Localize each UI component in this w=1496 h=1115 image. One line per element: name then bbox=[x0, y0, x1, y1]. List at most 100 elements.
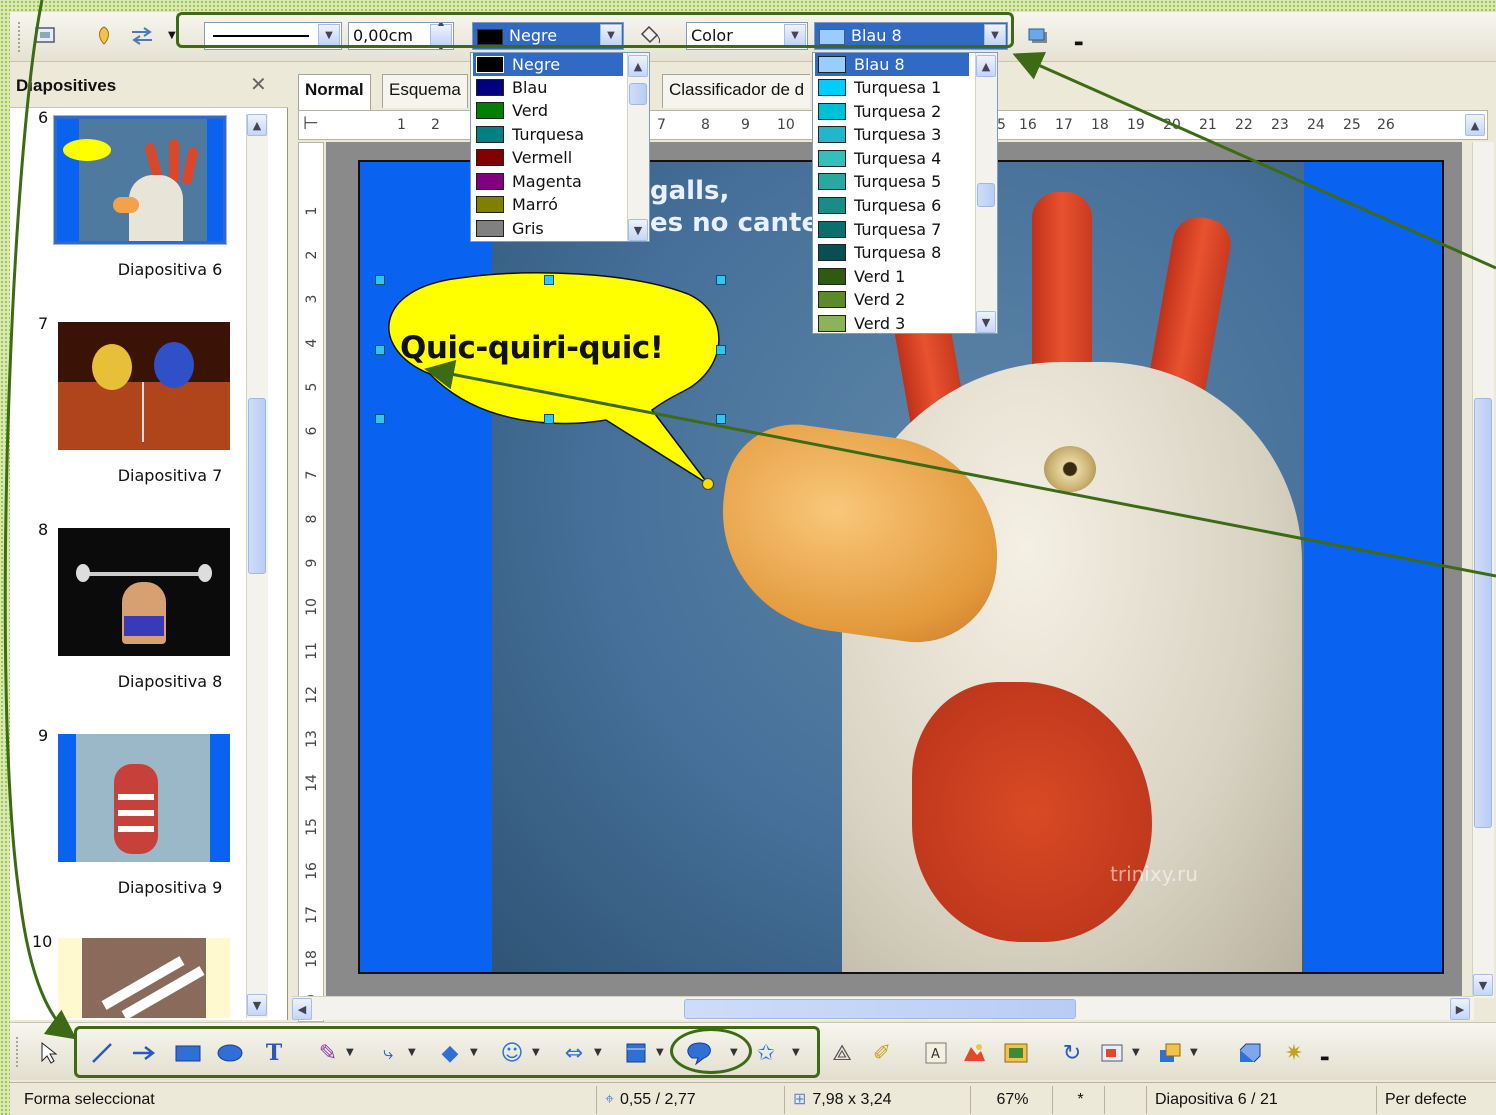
color-option[interactable]: Vermell bbox=[473, 146, 572, 169]
slide-thumbnail-9[interactable] bbox=[58, 734, 230, 862]
color-option[interactable]: Marró bbox=[473, 193, 558, 216]
toolbar-grip[interactable] bbox=[18, 22, 22, 52]
area-color-dropdown-list[interactable]: Blau 8 Turquesa 1 Turquesa 2 Turquesa 3 … bbox=[812, 52, 998, 334]
chevron-down-icon[interactable]: ▼ bbox=[1473, 974, 1493, 996]
color-swatch bbox=[476, 172, 504, 190]
toolbar-overflow-icon[interactable]: ▬ bbox=[1320, 1053, 1329, 1064]
slide-thumbnail-6[interactable] bbox=[53, 115, 227, 245]
scrollbar-thumb[interactable] bbox=[977, 183, 995, 207]
line-style-icon[interactable] bbox=[90, 22, 118, 50]
rotate-icon[interactable]: ↻ bbox=[1058, 1039, 1086, 1067]
signature-cell[interactable] bbox=[1104, 1086, 1144, 1114]
from-file-icon[interactable] bbox=[960, 1039, 988, 1067]
zoom-readout[interactable]: 67% bbox=[970, 1086, 1046, 1114]
color-swatch bbox=[476, 148, 504, 166]
color-option[interactable]: Verd 1 bbox=[815, 265, 905, 288]
chevron-up-icon[interactable]: ▲ bbox=[628, 55, 648, 77]
color-option-label: Turquesa 3 bbox=[854, 125, 942, 144]
scrollbar-thumb[interactable] bbox=[684, 999, 1076, 1019]
dropdown-arrow-icon[interactable]: ▼ bbox=[1190, 1047, 1198, 1058]
slide-number: 7 bbox=[38, 314, 49, 333]
close-icon[interactable]: ✕ bbox=[250, 72, 267, 96]
chevron-up-icon[interactable]: ▲ bbox=[976, 55, 996, 77]
slide-thumbnail-10[interactable] bbox=[58, 938, 230, 1018]
tab-stop-icon[interactable]: ⊢ bbox=[303, 113, 319, 134]
dropdown-scrollbar[interactable]: ▲ ▼ bbox=[975, 53, 997, 333]
slide-thumbnail-8[interactable] bbox=[58, 528, 230, 656]
layout-indicator[interactable]: Per defecte bbox=[1376, 1086, 1494, 1114]
select-arrow-icon[interactable] bbox=[34, 1039, 62, 1067]
scrollbar-thumb[interactable] bbox=[1474, 398, 1492, 828]
effects-icon[interactable] bbox=[32, 22, 60, 50]
arrow-style-icon[interactable] bbox=[128, 22, 156, 50]
effects-wand-icon[interactable]: ✷ bbox=[1280, 1039, 1308, 1067]
callout-tail-handle[interactable] bbox=[702, 478, 714, 490]
chevron-down-icon[interactable]: ▼ bbox=[976, 311, 996, 333]
ruler-tick: 16 bbox=[1019, 117, 1037, 133]
arrange-icon[interactable] bbox=[1156, 1039, 1184, 1067]
selection-handle[interactable] bbox=[544, 414, 554, 424]
editor-horizontal-scrollbar[interactable]: ◀ ▶ bbox=[292, 996, 1474, 1020]
points-icon[interactable]: ⟁ bbox=[828, 1039, 856, 1067]
editor-vertical-scrollbar[interactable]: ▼ bbox=[1472, 142, 1494, 998]
ruler-tick: 14 bbox=[304, 774, 320, 792]
color-option[interactable]: Turquesa 1 bbox=[815, 76, 941, 99]
chevron-right-icon[interactable]: ▶ bbox=[1450, 998, 1470, 1020]
slides-panel-scrollbar[interactable]: ▲ ▼ bbox=[246, 114, 268, 1018]
toolbar-grip[interactable] bbox=[16, 1037, 20, 1067]
color-option[interactable]: Gris bbox=[473, 217, 544, 240]
color-option[interactable]: Turquesa 5 bbox=[815, 170, 941, 193]
color-option[interactable]: Verd 3 bbox=[815, 312, 905, 333]
fontwork-icon[interactable]: A bbox=[922, 1039, 950, 1067]
tab-slide-sorter[interactable]: Classificador de d bbox=[662, 74, 811, 108]
color-option[interactable]: Negre bbox=[473, 53, 623, 76]
dropdown-arrow-icon[interactable]: ▼ bbox=[1132, 1047, 1140, 1058]
color-option[interactable]: Blau 8 bbox=[815, 53, 969, 76]
speech-bubble-callout[interactable] bbox=[370, 270, 740, 500]
chevron-down-icon[interactable]: ▼ bbox=[628, 219, 648, 241]
chevron-left-icon[interactable]: ◀ bbox=[292, 998, 312, 1020]
color-option[interactable]: Turquesa 6 bbox=[815, 194, 941, 217]
toolbar-overflow-icon[interactable]: ▬ bbox=[1074, 38, 1083, 49]
arrow-style-dropdown-icon[interactable]: ▼ bbox=[168, 30, 176, 41]
scrollbar-thumb[interactable] bbox=[629, 83, 647, 105]
color-option[interactable]: Verd bbox=[473, 99, 548, 122]
ruler-tick: 5 bbox=[997, 117, 1006, 133]
extrusion-icon[interactable] bbox=[1236, 1039, 1264, 1067]
chevron-down-icon[interactable]: ▼ bbox=[247, 994, 267, 1016]
slide-number: 10 bbox=[32, 932, 53, 951]
color-option[interactable]: Magenta bbox=[473, 170, 582, 193]
color-option[interactable]: Turquesa 8 bbox=[815, 241, 941, 264]
shadow-icon[interactable] bbox=[1024, 22, 1052, 50]
tab-outline[interactable]: Esquema bbox=[382, 74, 468, 108]
callout-text[interactable]: Quic-quiri-quic! bbox=[400, 330, 664, 366]
slide-thumbnail-7[interactable] bbox=[58, 322, 230, 450]
tab-normal[interactable]: Normal bbox=[298, 74, 371, 110]
color-option[interactable]: Turquesa 7 bbox=[815, 218, 941, 241]
selection-handle[interactable] bbox=[716, 414, 726, 424]
selection-handle[interactable] bbox=[375, 345, 385, 355]
selection-handle[interactable] bbox=[375, 275, 385, 285]
alignment-icon[interactable] bbox=[1098, 1039, 1126, 1067]
glue-points-icon[interactable]: ✐ bbox=[868, 1039, 896, 1067]
selection-handle[interactable] bbox=[544, 275, 554, 285]
color-option[interactable]: Turquesa 4 bbox=[815, 147, 941, 170]
chevron-up-icon[interactable]: ▲ bbox=[247, 114, 267, 136]
line-color-dropdown-list[interactable]: Negre Blau Verd Turquesa Vermell Magenta… bbox=[470, 52, 650, 242]
selection-handle[interactable] bbox=[716, 275, 726, 285]
color-option[interactable]: Turquesa bbox=[473, 123, 584, 146]
dropdown-scrollbar[interactable]: ▲ ▼ bbox=[627, 53, 649, 241]
color-option[interactable]: Turquesa 3 bbox=[815, 123, 941, 146]
color-option[interactable]: Blau bbox=[473, 76, 547, 99]
selection-handle[interactable] bbox=[375, 414, 385, 424]
scrollbar-thumb[interactable] bbox=[248, 398, 266, 574]
color-swatch bbox=[818, 102, 846, 120]
selection-handle[interactable] bbox=[716, 345, 726, 355]
ruler-tick: 25 bbox=[1343, 117, 1361, 133]
color-option[interactable]: Turquesa 2 bbox=[815, 100, 941, 123]
gallery-icon[interactable] bbox=[1002, 1039, 1030, 1067]
color-swatch bbox=[818, 55, 846, 73]
ruler-tick: 12 bbox=[304, 686, 320, 704]
chevron-up-icon[interactable]: ▲ bbox=[1465, 114, 1485, 136]
color-option[interactable]: Verd 2 bbox=[815, 288, 905, 311]
